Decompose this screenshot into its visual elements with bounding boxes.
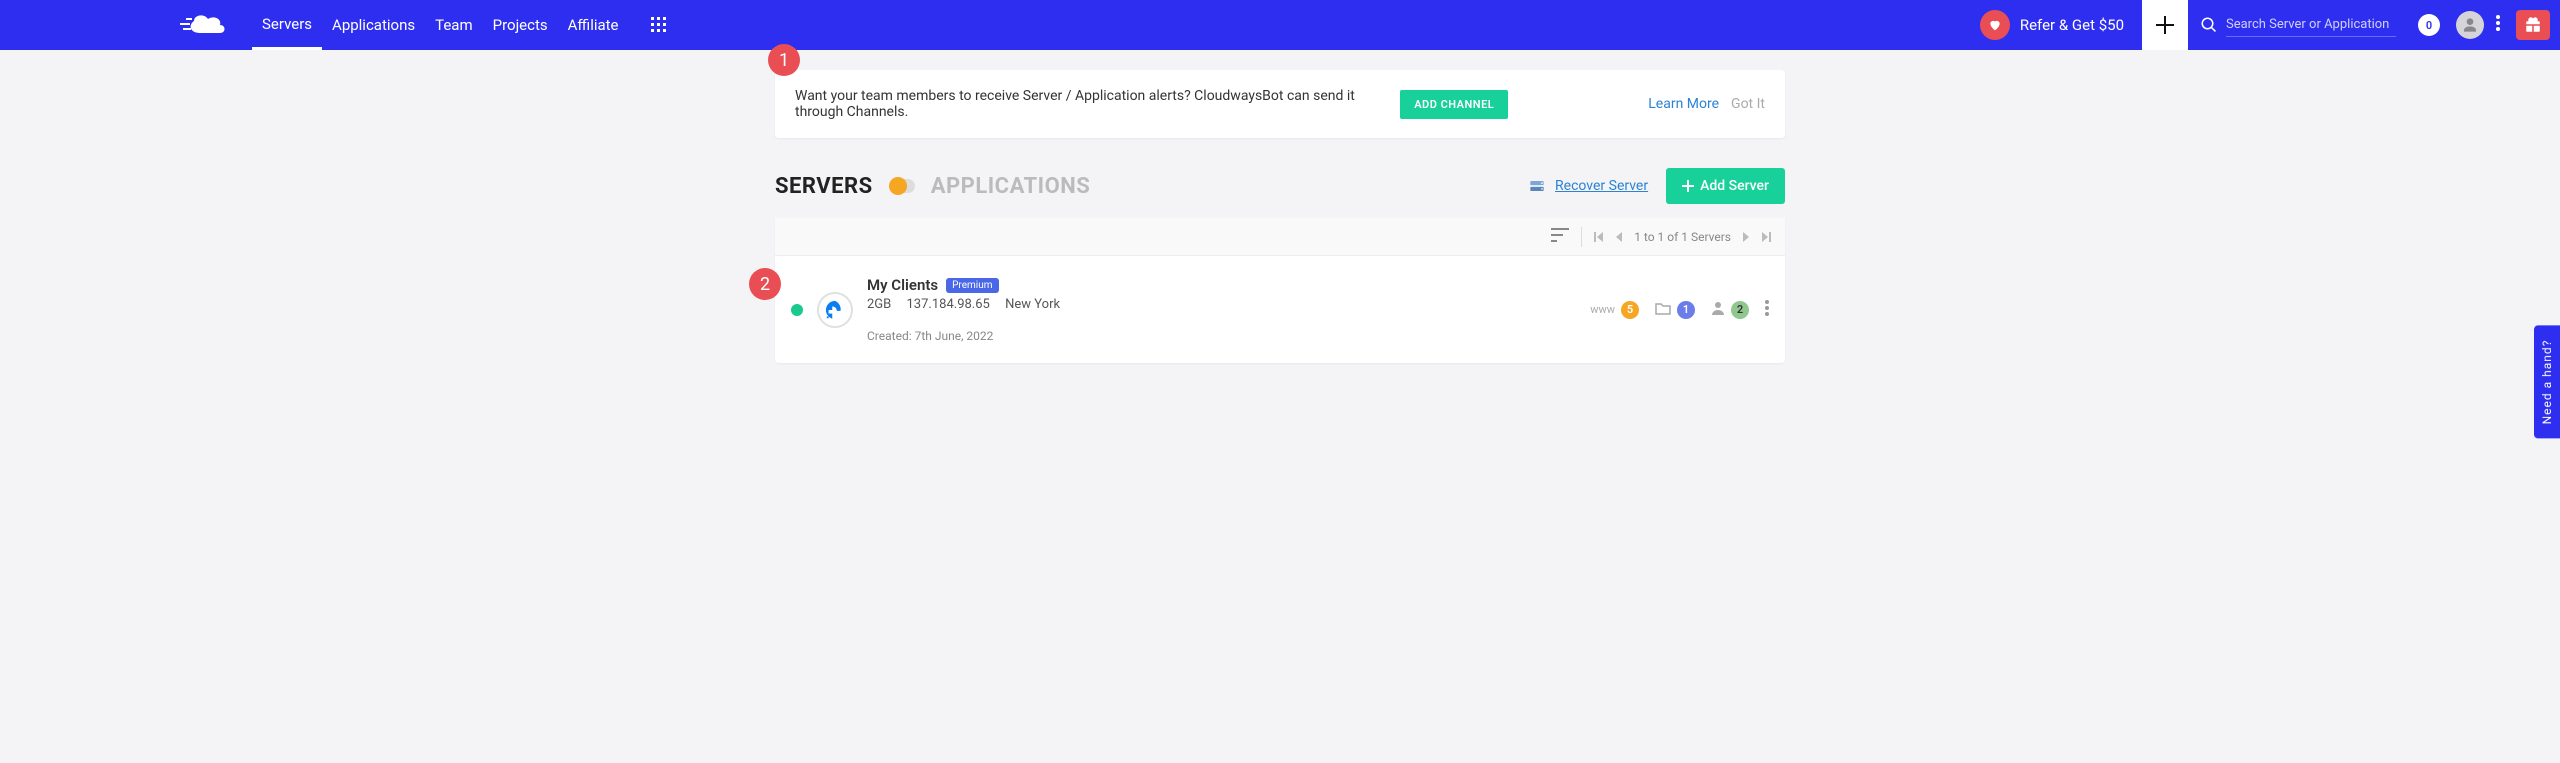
annotation-1: 1 (768, 44, 800, 76)
folder-count: 1 (1677, 301, 1695, 319)
server-list: 1 to 1 of 1 Servers 2 My Clients Premium… (775, 218, 1785, 363)
provider-digitalocean-icon (817, 292, 853, 328)
gift-icon[interactable] (2516, 10, 2550, 40)
search-block (2188, 13, 2408, 37)
row-menu-icon[interactable] (1765, 300, 1769, 320)
tab-applications[interactable]: APPLICATIONS (931, 174, 1091, 199)
nav-team[interactable]: Team (425, 0, 483, 50)
main-nav: Servers Applications Team Projects Affil… (252, 0, 629, 50)
help-tab[interactable]: Need a hand? (2534, 325, 2560, 438)
list-header: 1 to 1 of 1 Servers (775, 218, 1785, 256)
header-right: Refer & Get $50 0 (1962, 0, 2560, 50)
server-created: Created: 7th June, 2022 (867, 329, 1072, 343)
logo[interactable] (180, 11, 234, 39)
stat-www[interactable]: www 5 (1590, 301, 1639, 319)
pager-prev-icon[interactable] (1614, 232, 1624, 242)
top-header: Servers Applications Team Projects Affil… (0, 0, 2560, 50)
add-button[interactable] (2142, 0, 2188, 50)
nav-applications[interactable]: Applications (322, 0, 425, 50)
add-server-label: Add Server (1700, 178, 1769, 194)
server-row[interactable]: 2 My Clients Premium 2GB 137.184.98.65 N… (775, 256, 1785, 363)
server-info: My Clients Premium 2GB 137.184.98.65 New… (867, 276, 1072, 343)
pager-text: 1 to 1 of 1 Servers (1634, 230, 1731, 244)
user-count: 2 (1731, 301, 1749, 319)
user-avatar[interactable] (2456, 11, 2484, 39)
learn-more-link[interactable]: Learn More (1648, 96, 1719, 112)
search-icon[interactable] (2200, 16, 2218, 34)
add-server-button[interactable]: Add Server (1666, 168, 1785, 204)
got-it-link[interactable]: Got It (1731, 96, 1765, 112)
nav-projects[interactable]: Projects (483, 0, 558, 50)
annotation-2: 2 (749, 268, 781, 300)
tab-servers[interactable]: SERVERS (775, 174, 873, 199)
servers-apps-toggle[interactable] (889, 179, 915, 193)
server-name: My Clients (867, 276, 938, 294)
server-ip: 137.184.98.65 (907, 297, 990, 312)
server-size: 2GB (867, 297, 891, 312)
header-menu-icon[interactable] (2496, 15, 2500, 35)
nav-affiliate[interactable]: Affiliate (558, 0, 629, 50)
www-count: 5 (1621, 301, 1639, 319)
refer-text: Refer & Get $50 (2020, 16, 2124, 34)
server-meta: 2GB 137.184.98.65 New York (867, 297, 1072, 312)
premium-badge: Premium (946, 278, 998, 293)
sort-icon[interactable] (1551, 227, 1569, 246)
heart-icon (1980, 10, 2010, 40)
person-icon (1711, 301, 1725, 318)
pager-first-icon[interactable] (1594, 232, 1604, 242)
alert-text: Want your team members to receive Server… (795, 88, 1388, 120)
divider (1581, 227, 1582, 247)
server-location: New York (1005, 297, 1060, 312)
server-stats: www 5 1 2 (1590, 300, 1769, 320)
pager-next-icon[interactable] (1741, 232, 1751, 242)
folder-icon (1655, 301, 1671, 318)
alert-card: Want your team members to receive Server… (775, 70, 1785, 138)
recover-server-link[interactable]: Recover Server (1527, 176, 1648, 196)
pager: 1 to 1 of 1 Servers (1594, 230, 1771, 244)
nav-servers[interactable]: Servers (252, 0, 322, 50)
add-channel-button[interactable]: ADD CHANNEL (1400, 90, 1508, 119)
search-input[interactable] (2226, 13, 2396, 37)
stat-projects[interactable]: 1 (1655, 301, 1695, 319)
recover-icon (1527, 176, 1547, 196)
main-content: Want your team members to receive Server… (775, 50, 1785, 363)
tabs-row: SERVERS APPLICATIONS Recover Server Add … (775, 168, 1785, 204)
status-dot (791, 304, 803, 316)
pager-last-icon[interactable] (1761, 232, 1771, 242)
stat-users[interactable]: 2 (1711, 301, 1749, 319)
recover-text: Recover Server (1555, 178, 1648, 194)
www-icon: www (1590, 303, 1615, 316)
notification-badge[interactable]: 0 (2418, 14, 2440, 36)
refer-link[interactable]: Refer & Get $50 (1962, 0, 2142, 50)
plus-icon (1682, 180, 1694, 192)
apps-grid-icon[interactable] (651, 17, 667, 33)
